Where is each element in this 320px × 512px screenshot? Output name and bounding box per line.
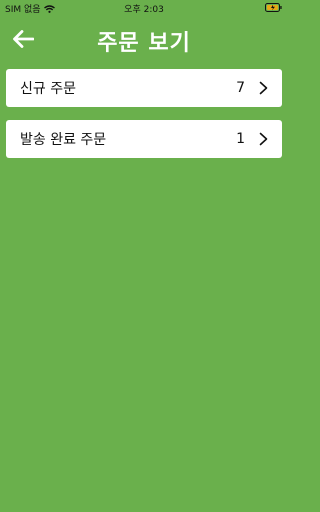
order-list: 신규 주문 7 발송 완료 주문 1 — [6, 69, 282, 171]
header: 주문 보기 — [0, 16, 288, 62]
new-orders-count: 7 — [236, 80, 245, 96]
new-orders-item[interactable]: 신규 주문 7 — [6, 69, 282, 107]
new-orders-label: 신규 주문 — [20, 81, 76, 97]
shipped-orders-label: 발송 완료 주문 — [20, 132, 107, 148]
status-bar: SIM 없음 오후 2:03 — [0, 0, 288, 16]
shipped-orders-count: 1 — [236, 131, 245, 147]
status-time: 오후 2:03 — [124, 5, 164, 15]
chevron-right-icon — [259, 132, 268, 146]
chevron-right-icon — [259, 81, 268, 95]
battery-icon — [265, 3, 282, 12]
page-title: 주문 보기 — [97, 31, 191, 56]
shipped-orders-item[interactable]: 발송 완료 주문 1 — [6, 120, 282, 158]
